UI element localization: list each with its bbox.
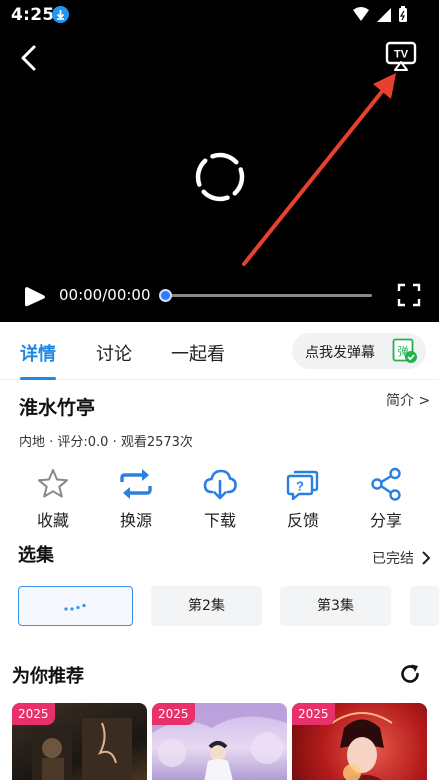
back-button[interactable] xyxy=(14,42,46,74)
poster-3-year-badge: 2025 xyxy=(292,703,335,725)
tab-discussion[interactable]: 讨论 xyxy=(96,340,132,366)
favorite-button[interactable]: 收藏 xyxy=(21,466,85,530)
tab-watch-together[interactable]: 一起看 xyxy=(171,340,225,366)
recommend-poster-1[interactable]: 2025 xyxy=(12,703,147,780)
share-icon xyxy=(371,467,401,501)
refresh-icon xyxy=(401,664,419,683)
poster-1-year-badge: 2025 xyxy=(12,703,55,725)
favorite-label: 收藏 xyxy=(36,511,69,530)
star-icon xyxy=(38,469,68,498)
playback-timecode: 00:00/00:00 xyxy=(59,286,151,304)
send-danmu-label: 点我发弹幕 xyxy=(305,345,375,361)
battery-icon xyxy=(399,8,407,22)
download-button[interactable]: 下载 xyxy=(188,466,252,530)
download-notification-icon xyxy=(52,6,69,23)
episodes-status-link[interactable]: 已完结 xyxy=(372,548,432,568)
status-time: 4:25 xyxy=(11,5,55,25)
episode-3-button[interactable]: 第3集 xyxy=(280,586,391,626)
switch-source-button[interactable]: 换源 xyxy=(104,466,168,530)
feedback-icon: ? xyxy=(286,470,319,501)
signal-icon xyxy=(377,8,391,22)
recommend-heading: 为你推荐 xyxy=(12,666,84,687)
episodes-status-label: 已完结 xyxy=(372,551,414,567)
system-status-icons xyxy=(353,6,407,22)
share-button[interactable]: 分享 xyxy=(354,466,418,530)
send-danmu-button[interactable]: 点我发弹幕 弹 xyxy=(292,333,426,369)
intro-link[interactable]: 简介 > xyxy=(386,390,430,410)
video-title: 淮水竹亭 xyxy=(19,397,96,419)
episodes-heading: 选集 xyxy=(18,545,54,566)
tv-cast-icon: TV xyxy=(385,41,417,71)
episode-2-button[interactable]: 第2集 xyxy=(151,586,262,626)
loading-spinner-icon xyxy=(195,152,245,202)
share-label: 分享 xyxy=(369,511,402,530)
fullscreen-icon xyxy=(397,283,421,307)
seek-knob[interactable] xyxy=(159,289,172,302)
play-icon xyxy=(25,287,45,307)
fullscreen-button[interactable] xyxy=(397,283,421,307)
swap-icon xyxy=(120,469,152,499)
play-button[interactable] xyxy=(22,284,48,310)
feedback-button[interactable]: ? 反馈 xyxy=(271,466,335,530)
feedback-label: 反馈 xyxy=(286,511,319,530)
cast-tv-button[interactable]: TV xyxy=(384,40,418,72)
recommend-poster-3[interactable]: 2025 xyxy=(292,703,427,780)
svg-text:TV: TV xyxy=(394,49,409,61)
refresh-recommend-button[interactable] xyxy=(398,662,422,686)
poster-2-year-badge: 2025 xyxy=(152,703,195,725)
download-label: 下载 xyxy=(203,511,236,530)
video-meta: 内地 · 评分:0.0 · 观看2573次 xyxy=(19,435,193,450)
playing-indicator-icon xyxy=(63,603,86,611)
svg-text:?: ? xyxy=(296,479,304,494)
active-tab-indicator xyxy=(20,377,56,380)
wifi-icon xyxy=(353,7,369,21)
chevron-left-icon xyxy=(21,45,36,71)
status-bar: 4:25 xyxy=(0,0,439,30)
seek-bar[interactable] xyxy=(165,294,372,297)
switch-source-label: 换源 xyxy=(119,511,152,530)
recommend-poster-2[interactable]: 2025 xyxy=(152,703,287,780)
chevron-right-icon xyxy=(422,551,431,565)
video-player[interactable]: 4:25 TV 00:00/00:00 xyxy=(0,0,439,322)
cloud-download-icon xyxy=(203,469,237,500)
episode-1-button[interactable] xyxy=(18,586,133,626)
tab-details[interactable]: 详情 xyxy=(20,340,56,366)
danmu-toggle-icon: 弹 xyxy=(392,338,417,363)
episode-4-button[interactable] xyxy=(410,586,439,626)
